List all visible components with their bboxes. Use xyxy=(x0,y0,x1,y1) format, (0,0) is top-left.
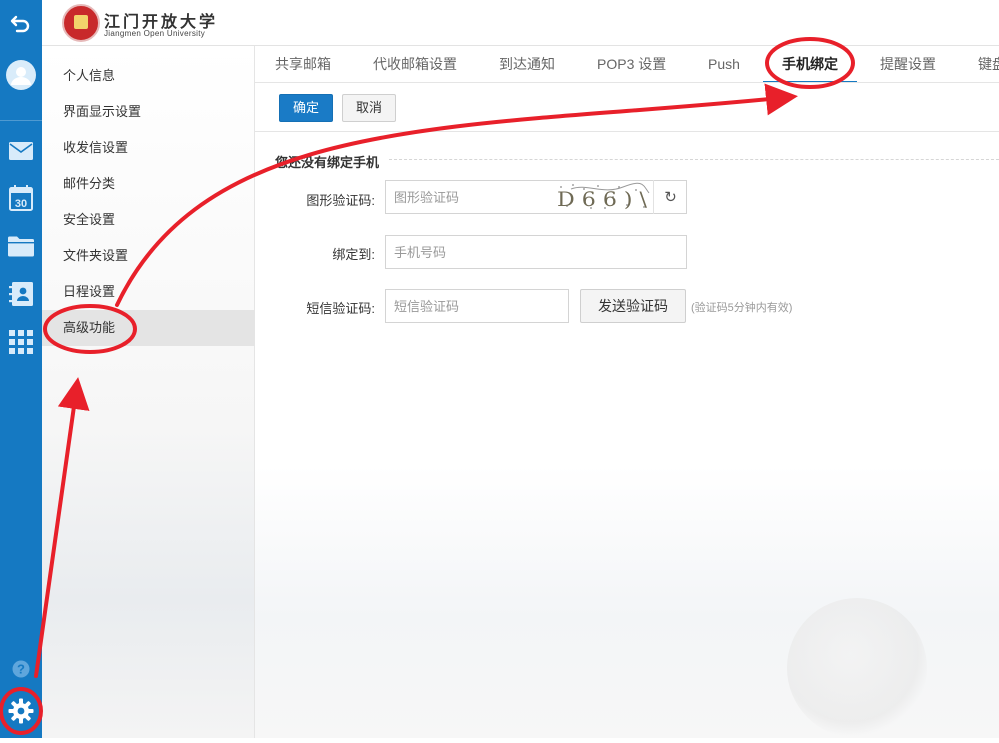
app-rail: 30 ? xyxy=(0,0,42,743)
menu-item-folder-settings[interactable]: 文件夹设置 xyxy=(42,238,255,274)
captcha-label: 图形验证码: xyxy=(306,193,375,208)
university-logo-emblem xyxy=(62,4,100,42)
section-title: 您还没有绑定手机 xyxy=(275,155,380,170)
phone-binding-panel: 您还没有绑定手机 图形验证码: D 6 6 ) \ ↻ 绑定到: 短信验证码: … xyxy=(255,132,999,738)
calendar-day: 30 xyxy=(15,198,27,210)
tab-reminder-settings[interactable]: 提醒设置 xyxy=(880,46,936,82)
section-divider xyxy=(389,159,999,160)
menu-item-send-receive-settings[interactable]: 收发信设置 xyxy=(42,130,255,166)
captcha-input[interactable] xyxy=(386,181,546,213)
code-validity-hint: (验证码5分钟内有效) xyxy=(691,302,793,314)
tab-push[interactable]: Push xyxy=(708,46,740,82)
tab-shared-mailbox[interactable]: 共享邮箱 xyxy=(275,46,331,82)
header: 江门开放大学 Jiangmen Open University xyxy=(42,0,999,46)
tab-pop3-settings[interactable]: POP3 设置 xyxy=(597,46,666,82)
help-icon[interactable]: ? xyxy=(0,658,42,680)
tab-keyboard[interactable]: 键盘 xyxy=(978,46,999,82)
apps-grid-icon[interactable] xyxy=(0,328,42,356)
tab-mail-collection-settings[interactable]: 代收邮箱设置 xyxy=(373,46,457,82)
menu-item-advanced-features[interactable]: 高级功能 xyxy=(42,310,255,346)
background-balloon xyxy=(787,598,927,738)
calendar-icon[interactable]: 30 xyxy=(0,182,42,214)
phone-label: 绑定到: xyxy=(332,247,375,262)
menu-item-display-settings[interactable]: 界面显示设置 xyxy=(42,94,255,130)
menu-item-calendar-settings[interactable]: 日程设置 xyxy=(42,274,255,310)
avatar-icon[interactable] xyxy=(0,58,42,92)
back-arrow-icon[interactable] xyxy=(0,8,42,38)
phone-number-input[interactable] xyxy=(385,235,687,269)
captcha-image[interactable]: D 6 6 ) \ xyxy=(553,181,653,213)
sms-code-label: 短信验证码: xyxy=(306,301,375,316)
captcha-text: D 6 6 ) \ xyxy=(557,187,647,211)
settings-gear-icon[interactable] xyxy=(0,694,42,728)
help-glyph: ? xyxy=(17,662,25,677)
menu-item-mail-categories[interactable]: 邮件分类 xyxy=(42,166,255,202)
settings-tabs: 共享邮箱 代收邮箱设置 到达通知 POP3 设置 Push 手机绑定 提醒设置 … xyxy=(255,46,999,83)
sms-code-input[interactable] xyxy=(385,289,569,323)
settings-menu: 个人信息 界面显示设置 收发信设置 邮件分类 安全设置 文件夹设置 日程设置 高… xyxy=(42,46,255,738)
tab-phone-binding[interactable]: 手机绑定 xyxy=(763,46,857,82)
cancel-button[interactable]: 取消 xyxy=(342,94,396,122)
folder-icon[interactable] xyxy=(0,232,42,260)
mail-icon[interactable] xyxy=(0,138,42,164)
menu-item-security-settings[interactable]: 安全设置 xyxy=(42,202,255,238)
bottom-strip xyxy=(0,738,999,743)
tab-arrival-notification[interactable]: 到达通知 xyxy=(499,46,555,82)
confirm-button[interactable]: 确定 xyxy=(279,94,333,122)
refresh-captcha-icon[interactable]: ↻ xyxy=(653,180,687,214)
menu-item-personal-info[interactable]: 个人信息 xyxy=(42,58,255,94)
university-name-en: Jiangmen Open University xyxy=(104,29,206,38)
contacts-icon[interactable] xyxy=(0,280,42,308)
form-toolbar: 确定 取消 xyxy=(255,83,999,132)
send-code-button[interactable]: 发送验证码 xyxy=(580,289,686,323)
